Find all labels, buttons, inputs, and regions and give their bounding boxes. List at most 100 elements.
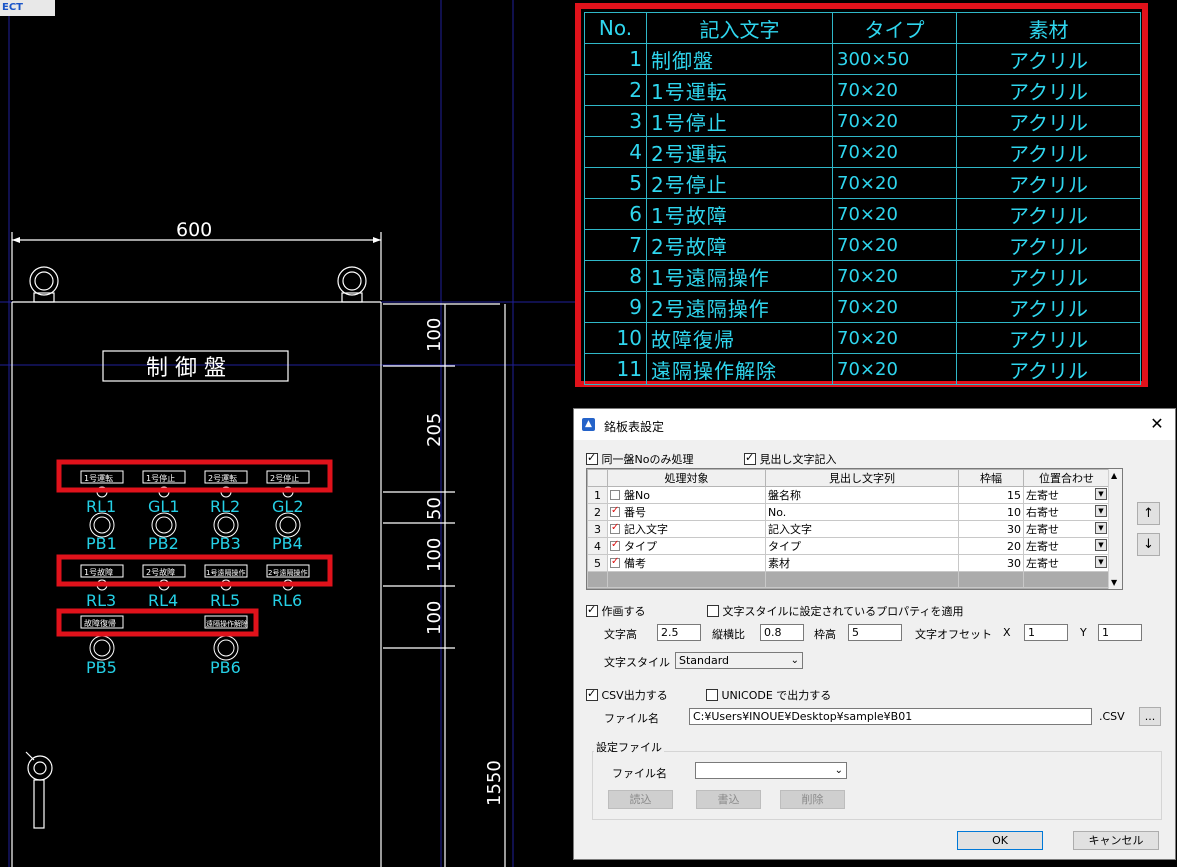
np-cell-type: 70×20 [832, 105, 957, 137]
offset-y-input[interactable]: 1 [1098, 624, 1142, 641]
label-pb2: PB2 [148, 534, 179, 553]
np-cell-text: 1号故障 [646, 198, 833, 230]
grid-cell-width[interactable]: 30 [958, 520, 1024, 538]
grid-scrollbar[interactable]: ▲ ▼ [1108, 469, 1122, 589]
grid-cell-align[interactable]: 左寄せ ▼ [1023, 520, 1110, 538]
dropdown-arrow-icon[interactable]: ▼ [1095, 522, 1107, 534]
write-button[interactable]: 書込 [696, 790, 761, 809]
grid-row[interactable]: 5 備考 素材30左寄せ ▼ [587, 554, 1110, 572]
grid-row-number: 5 [587, 554, 608, 572]
dropdown-arrow-icon[interactable]: ▼ [1095, 539, 1107, 551]
np-row: 9 2号遠隔操作 70×20 アクリル [584, 291, 1141, 323]
move-down-button[interactable]: ↓ [1137, 533, 1160, 556]
np-cell-text: 2号故障 [646, 229, 833, 261]
dim-50: 50 [424, 497, 445, 520]
grid-cell-align[interactable]: 左寄せ ▼ [1023, 537, 1110, 555]
grid-align-value: 左寄せ [1026, 540, 1059, 553]
settings-file-select[interactable]: ⌄ [695, 762, 847, 779]
np-cell-type: 70×20 [832, 353, 957, 385]
grid-cell-target[interactable]: タイプ [607, 537, 766, 555]
np-cell-material: アクリル [956, 105, 1141, 137]
move-up-button[interactable]: ↑ [1137, 502, 1160, 525]
grid-row-checkbox[interactable] [610, 556, 620, 568]
grid-cell-width[interactable]: 10 [958, 503, 1024, 521]
settings-grid[interactable]: 処理対象 見出し文字列 枠幅 位置合わせ 1盤No盤名称15左寄せ▼2番号No.… [586, 468, 1123, 590]
chevron-down-icon: ⌄ [834, 765, 843, 776]
grid-row-checkbox[interactable] [610, 505, 620, 517]
grid-cell-heading[interactable]: 盤名称 [765, 486, 959, 504]
browse-button[interactable]: ... [1139, 707, 1161, 726]
dropdown-arrow-icon[interactable]: ▼ [1095, 556, 1107, 568]
grid-row[interactable]: 3記入文字記入文字30左寄せ▼ [587, 520, 1110, 538]
plate-1go-teishi: 1号停止 [146, 473, 175, 483]
grid-row-checkbox[interactable] [610, 522, 620, 534]
aspect-input[interactable]: 0.8 [760, 624, 804, 641]
np-row: 2 1号運転 70×20 アクリル [584, 74, 1141, 106]
style-props-check-icon [707, 605, 719, 617]
grid-target-label: 記入文字 [624, 523, 668, 536]
grid-cell-width[interactable]: 30 [958, 554, 1024, 572]
grid-cell-target[interactable]: 番号 [607, 503, 766, 521]
grid-row-number: 1 [587, 486, 608, 504]
ok-button[interactable]: OK [957, 831, 1043, 850]
frame-height-input[interactable]: 5 [848, 624, 902, 641]
text-height-input[interactable]: 2.5 [657, 624, 701, 641]
scroll-down-icon[interactable]: ▼ [1111, 578, 1117, 587]
delete-button[interactable]: 削除 [780, 790, 845, 809]
vertical-dims: 100 205 50 100 100 1550 [424, 318, 505, 806]
style-props-checkbox[interactable]: 文字スタイルに設定されているプロパティを適用 [707, 603, 964, 619]
grid-cell-target[interactable]: 備考 [607, 554, 766, 572]
plate-enkaku-kaijo: 遠隔操作解除 [206, 619, 248, 628]
file-path-input[interactable]: C:¥Users¥INOUE¥Desktop¥sample¥B01 [689, 708, 1092, 725]
grid-header-target[interactable]: 処理対象 [607, 469, 766, 487]
np-cell-text: 1号停止 [646, 105, 833, 137]
grid-cell-align[interactable]: 左寄せ ▼ [1023, 554, 1110, 572]
np-cell-type: 70×20 [832, 322, 957, 354]
dropdown-arrow-icon[interactable]: ▼ [1095, 488, 1107, 500]
grid-cell-width[interactable]: 20 [958, 537, 1024, 555]
grid-cell-heading[interactable]: No. [765, 503, 959, 521]
dialog-titlebar[interactable]: ▲ 銘板表設定 ✕ [574, 409, 1175, 440]
draw-checkbox[interactable]: 作画する [586, 603, 646, 619]
csv-checkbox[interactable]: CSV出力する [586, 687, 668, 703]
offset-x-input[interactable]: 1 [1024, 624, 1068, 641]
grid-row-checkbox[interactable] [610, 539, 620, 551]
grid-cell-align[interactable]: 右寄せ ▼ [1023, 503, 1110, 521]
grid-cell-heading[interactable]: 素材 [765, 554, 959, 572]
grid-row[interactable]: 4タイプタイプ20左寄せ▼ [587, 537, 1110, 555]
grid-cell-align[interactable]: 左寄せ ▼ [1023, 486, 1110, 504]
np-cell-no: 5 [584, 167, 647, 199]
grid-cell-width[interactable]: 15 [958, 486, 1024, 504]
draw-check-icon [586, 603, 598, 617]
grid-cell-heading[interactable]: タイプ [765, 537, 959, 555]
unicode-label: UNICODE で出力する [721, 689, 832, 702]
grid-header-width[interactable]: 枠幅 [958, 469, 1024, 487]
np-header-text: 記入文字 [646, 12, 833, 44]
scroll-up-icon[interactable]: ▲ [1111, 471, 1117, 480]
same-panel-checkbox[interactable]: 同一盤Noのみ処理 [586, 451, 693, 467]
np-cell-material: アクリル [956, 198, 1141, 230]
text-style-select[interactable]: Standard ⌄ [675, 652, 803, 669]
close-button[interactable]: ✕ [1145, 413, 1169, 435]
text-style-label: 文字スタイル [604, 656, 670, 669]
csv-label: CSV出力する [601, 689, 668, 702]
settings-grid-table: 処理対象 見出し文字列 枠幅 位置合わせ 1盤No盤名称15左寄せ▼2番号No.… [587, 469, 1110, 588]
grid-cell-heading[interactable]: 記入文字 [765, 520, 959, 538]
grid-row[interactable]: 1 盤No 盤名称 15 左寄せ ▼ [587, 486, 1110, 504]
grid-row-checkbox[interactable] [610, 490, 620, 500]
toolbar-chip[interactable]: ECT [0, 0, 55, 16]
label-rl1: RL1 [86, 497, 116, 516]
grid-header-heading[interactable]: 見出し文字列 [765, 469, 959, 487]
grid-cell-target[interactable]: 盤No [607, 486, 766, 504]
read-button[interactable]: 読込 [608, 790, 673, 809]
grid-header-align[interactable]: 位置合わせ [1023, 469, 1110, 487]
offset-x-label: X [1003, 626, 1011, 639]
unicode-checkbox[interactable]: UNICODE で出力する [706, 687, 831, 703]
grid-cell-target[interactable]: 記入文字 [607, 520, 766, 538]
np-row: 8 1号遠隔操作 70×20 アクリル [584, 260, 1141, 292]
grid-row[interactable]: 2 番号 No.10右寄せ ▼ [587, 503, 1110, 521]
np-cell-material: アクリル [956, 260, 1141, 292]
dropdown-arrow-icon[interactable]: ▼ [1095, 505, 1107, 517]
header-text-checkbox[interactable]: 見出し文字記入 [744, 451, 837, 467]
cancel-button[interactable]: キャンセル [1073, 831, 1159, 850]
